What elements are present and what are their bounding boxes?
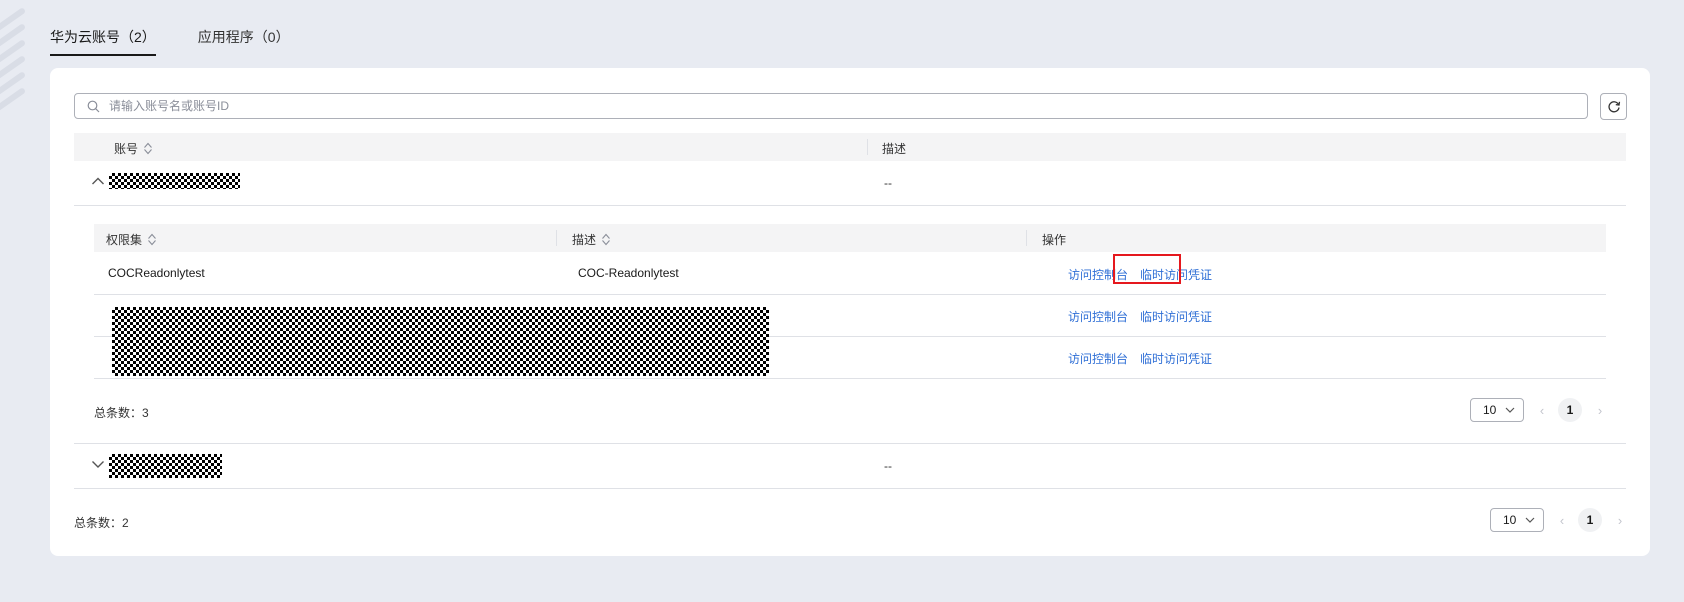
permission-set-name: COCReadonlytest (108, 266, 205, 280)
account-column-label: 账号 (114, 142, 139, 156)
column-separator (556, 230, 557, 246)
permission-set-column-header[interactable]: 权限集 (106, 231, 157, 248)
chevron-right-icon[interactable]: › (1590, 403, 1610, 418)
chevron-left-icon[interactable]: ‹ (1532, 403, 1552, 418)
highlight-box (1113, 254, 1181, 284)
refresh-icon (1607, 100, 1620, 112)
redacted-permission-sets (112, 307, 769, 376)
redacted-account-name (109, 454, 222, 478)
account-total-count: 总条数：2 (74, 516, 129, 530)
account-row[interactable]: -- (74, 443, 1626, 489)
permission-set-row: COCReadonlytest COC-Readonlytest 访问控制台 临… (94, 252, 1606, 295)
page-number[interactable]: 1 (1558, 398, 1582, 422)
permission-set-description: COC-Readonlytest (578, 266, 679, 280)
account-row[interactable]: -- (74, 161, 1626, 206)
redacted-account-name (109, 173, 240, 189)
permission-description-column-header[interactable]: 描述 (572, 231, 611, 248)
refresh-button[interactable] (1600, 93, 1627, 120)
permission-description-column-label: 描述 (572, 233, 597, 247)
chevron-down-icon[interactable] (91, 459, 105, 469)
chevron-right-icon[interactable]: › (1610, 513, 1630, 528)
actions-column-header: 操作 (1042, 233, 1067, 247)
tab-bar: 华为云账号（2） 应用程序（0） (50, 22, 332, 56)
page-size-select[interactable]: 10 (1470, 398, 1524, 422)
tab-applications[interactable]: 应用程序（0） (198, 22, 290, 54)
search-box (74, 93, 1588, 119)
sort-icon[interactable] (601, 233, 611, 246)
access-console-link[interactable]: 访问控制台 (1068, 350, 1128, 367)
sort-icon[interactable] (147, 233, 157, 246)
description-column-header: 描述 (882, 142, 907, 156)
sort-icon[interactable] (143, 142, 153, 155)
permission-set-pagination: 10 ‹ 1 › (1470, 398, 1610, 422)
background-decoration (0, 0, 30, 140)
chevron-up-icon[interactable] (91, 176, 105, 186)
chevron-left-icon[interactable]: ‹ (1552, 513, 1572, 528)
accounts-card: 账号 描述 -- 权限集 描述 (50, 68, 1650, 556)
chevron-down-icon (1505, 407, 1515, 413)
column-separator (1026, 230, 1027, 246)
permission-set-column-label: 权限集 (106, 233, 143, 247)
accounts-table-header: 账号 描述 (74, 133, 1626, 161)
account-description: -- (884, 459, 892, 473)
search-input[interactable] (109, 97, 1569, 115)
chevron-down-icon (1525, 517, 1535, 523)
temporary-credentials-link[interactable]: 临时访问凭证 (1140, 350, 1212, 367)
search-icon (87, 100, 100, 113)
permission-set-table-header: 权限集 描述 操作 (94, 224, 1606, 252)
account-column-header[interactable]: 账号 (114, 140, 153, 157)
access-console-link[interactable]: 访问控制台 (1068, 308, 1128, 325)
page-number[interactable]: 1 (1578, 508, 1602, 532)
account-description: -- (884, 176, 892, 190)
tab-huaweicloud-accounts[interactable]: 华为云账号（2） (50, 22, 156, 56)
page-size-value: 10 (1483, 403, 1497, 417)
column-separator (867, 139, 868, 155)
permission-set-total-count: 总条数：3 (94, 406, 149, 420)
temporary-credentials-link[interactable]: 临时访问凭证 (1140, 308, 1212, 325)
page-size-value: 10 (1503, 513, 1517, 527)
account-pagination: 10 ‹ 1 › (1490, 508, 1630, 532)
page-size-select[interactable]: 10 (1490, 508, 1544, 532)
